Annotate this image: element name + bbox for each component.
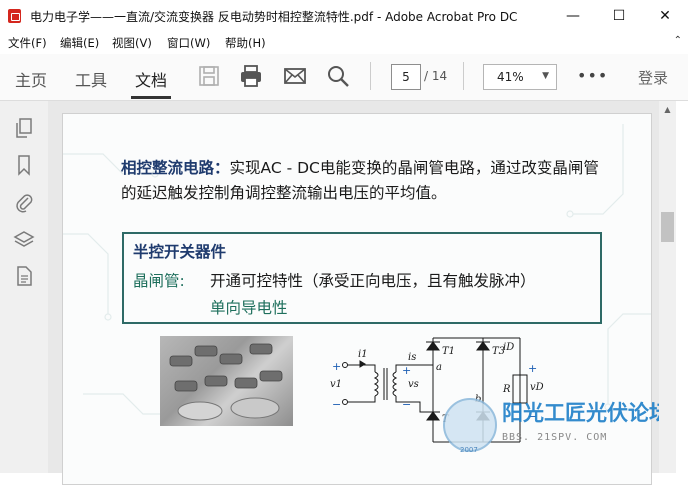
attachment-icon[interactable] [13,192,35,214]
layers-icon[interactable] [13,229,35,251]
label-plus-3: + [528,362,537,375]
menu-help[interactable]: 帮助(H) [225,35,266,51]
active-tab-indicator [131,96,171,99]
toolbar-separator [370,62,371,90]
window-title: 电力电子学——一直流/交流变换器 反电动势时相控整流特性.pdf - Adobe… [30,10,518,24]
label-minus-2: − [402,398,411,411]
maximize-button[interactable]: ☐ [596,0,642,32]
label-i1: i1 [358,349,368,360]
callout-title: 半控开关器件 [133,243,227,261]
scroll-up-icon[interactable]: ▲ [660,102,675,117]
label-vs: vs [408,379,419,390]
callout-label: 晶闸管: [133,272,185,290]
email-icon[interactable] [283,64,307,88]
label-iD: iD [503,342,514,353]
pages-icon[interactable] [13,117,35,139]
login-button[interactable]: 登录 [638,67,668,88]
menu-bar [0,32,688,54]
menu-window[interactable]: 窗口(W) [167,35,210,51]
forum-watermark: 2007 阳光工匠光伏论坛 BBS. 21SPV. COM [443,398,670,454]
page-total: / 14 [424,69,448,83]
document-icon[interactable] [13,265,35,287]
tab-home[interactable]: 主页 [15,67,47,91]
minimize-button[interactable]: — [550,0,596,32]
callout-line-2: 单向导电性 [210,299,288,317]
tab-document[interactable]: 文档 [135,67,167,91]
toolbar-separator [463,62,464,90]
more-tools-button[interactable]: ••• [577,66,608,85]
save-icon[interactable] [197,64,221,88]
chevron-down-icon: ▼ [542,71,549,81]
tab-tools[interactable]: 工具 [75,67,107,91]
right-edge [676,101,688,473]
thyristor-photo-art [169,343,283,421]
search-icon[interactable] [326,64,350,88]
label-v1: v1 [330,379,342,390]
menu-edit[interactable]: 编辑(E) [60,35,99,51]
page-number-input[interactable]: 5 [391,64,421,90]
scrollbar-thumb[interactable] [661,212,674,242]
collapse-menu-icon[interactable]: ⌃ [674,35,682,46]
label-T1: T1 [442,346,455,357]
vertical-scrollbar[interactable] [659,101,676,473]
menu-file[interactable]: 文件(F) [8,35,47,51]
zoom-select[interactable]: 41% ▼ [483,64,557,90]
print-icon[interactable] [239,64,263,88]
bookmark-icon[interactable] [13,154,35,176]
label-a: a [436,362,442,373]
label-minus-1: − [332,398,341,411]
label-plus-1: + [332,360,341,373]
watermark-title: 阳光工匠光伏论坛 [502,401,670,425]
slide-paragraph: 相控整流电路：实现AC - DC电能变换的晶闸管电路，通过改变晶闸管的延迟触发控… [121,156,611,206]
label-is: is [408,352,416,363]
watermark-year: 2007 [460,446,478,454]
close-button[interactable]: ✕ [642,0,688,32]
watermark-url: BBS. 21SPV. COM [502,432,607,443]
menu-view[interactable]: 视图(V) [112,35,152,51]
callout-line-1: 开通可控特性（承受正向电压，且有触发脉冲） [210,272,536,290]
label-plus-2: + [402,364,411,377]
paragraph-term: 相控整流电路： [121,159,230,177]
zoom-value: 41% [497,70,524,84]
acrobat-app-icon [8,9,21,23]
thyristor-photo [160,336,293,426]
